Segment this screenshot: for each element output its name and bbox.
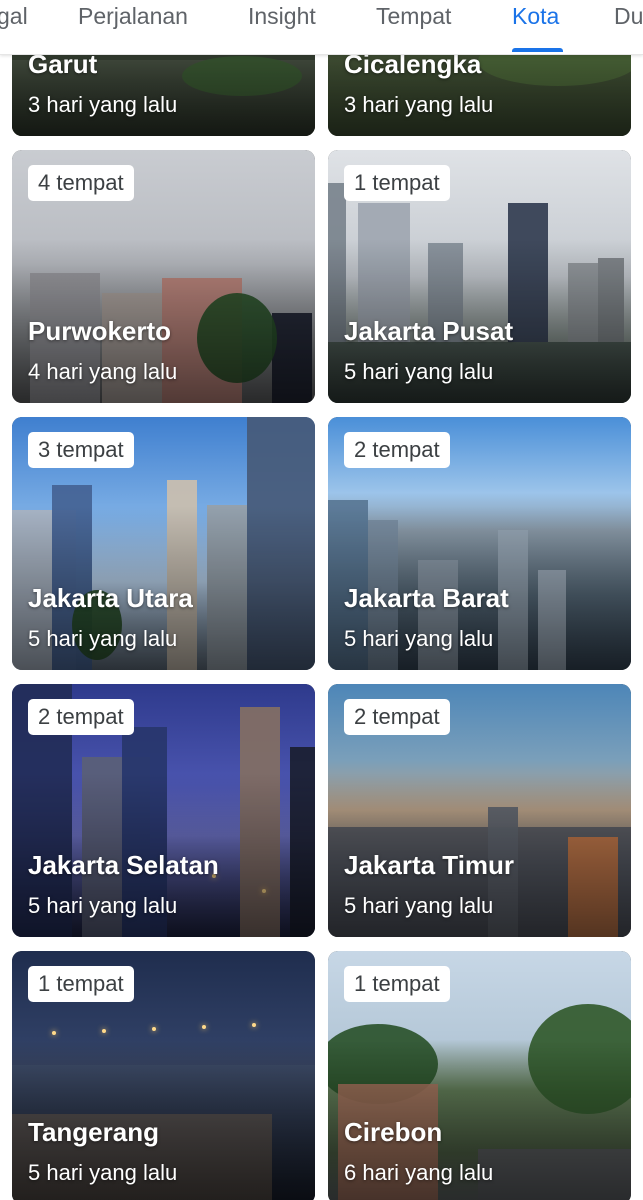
place-count-badge: 4 tempat <box>28 165 134 201</box>
place-count-badge: 1 tempat <box>344 165 450 201</box>
city-light <box>152 1027 156 1031</box>
tab-partial-left[interactable]: gal <box>0 4 28 44</box>
place-count-badge: 2 tempat <box>344 699 450 735</box>
tab-partial-right[interactable]: Du <box>614 4 643 44</box>
city-card-jakarta-pusat[interactable]: 1 tempat Jakarta Pusat 5 hari yang lalu <box>328 150 631 403</box>
city-grid: Garut 3 hari yang lalu Cicalengka 3 hari… <box>0 0 643 1200</box>
place-count-badge: 1 tempat <box>28 966 134 1002</box>
city-light <box>252 1023 256 1027</box>
place-count-badge: 3 tempat <box>28 432 134 468</box>
city-name: Jakarta Pusat <box>344 316 514 346</box>
city-name: Jakarta Utara <box>28 583 193 613</box>
city-card-jakarta-barat[interactable]: 2 tempat Jakarta Barat 5 hari yang lalu <box>328 417 631 670</box>
city-card-cirebon[interactable]: 1 tempat Cirebon 6 hari yang lalu <box>328 951 631 1200</box>
city-card-jakarta-timur[interactable]: 2 tempat Jakarta Timur 5 hari yang lalu <box>328 684 631 937</box>
tab-tempat[interactable]: Tempat <box>376 4 451 44</box>
city-time: 5 hari yang lalu <box>28 626 178 651</box>
city-card-jakarta-utara[interactable]: 3 tempat Jakarta Utara 5 hari yang lalu <box>12 417 315 670</box>
category-tab-bar: gal Perjalanan Insight Tempat Kota Du <box>0 0 643 55</box>
city-name: Jakarta Timur <box>344 850 515 880</box>
city-time: 5 hari yang lalu <box>344 893 494 918</box>
city-name: Purwokerto <box>28 316 172 346</box>
active-tab-indicator <box>512 48 563 52</box>
city-name: Tangerang <box>28 1117 159 1147</box>
city-time: 6 hari yang lalu <box>344 1160 494 1185</box>
city-time: 3 hari yang lalu <box>28 92 178 117</box>
place-count-badge: 2 tempat <box>28 699 134 735</box>
city-name: Jakarta Barat <box>344 583 509 613</box>
city-time: 3 hari yang lalu <box>344 92 494 117</box>
city-time: 5 hari yang lalu <box>344 359 494 384</box>
city-card-purwokerto[interactable]: 4 tempat Purwokerto 4 hari yang lalu <box>12 150 315 403</box>
city-card-jakarta-selatan[interactable]: 2 tempat Jakarta Selatan 5 hari yang lal… <box>12 684 315 937</box>
tab-perjalanan[interactable]: Perjalanan <box>78 4 188 44</box>
tab-insight[interactable]: Insight <box>248 4 316 44</box>
tab-kota[interactable]: Kota <box>512 4 559 44</box>
city-name: Cirebon <box>344 1117 443 1147</box>
city-light <box>52 1031 56 1035</box>
city-time: 5 hari yang lalu <box>28 893 178 918</box>
city-name: Jakarta Selatan <box>28 850 219 880</box>
city-time: 5 hari yang lalu <box>28 1160 178 1185</box>
place-count-badge: 1 tempat <box>344 966 450 1002</box>
city-card-tangerang[interactable]: 1 tempat Tangerang 5 hari yang lalu <box>12 951 315 1200</box>
city-time: 5 hari yang lalu <box>344 626 494 651</box>
place-count-badge: 2 tempat <box>344 432 450 468</box>
city-time: 4 hari yang lalu <box>28 359 178 384</box>
city-light <box>102 1029 106 1033</box>
city-light <box>202 1025 206 1029</box>
